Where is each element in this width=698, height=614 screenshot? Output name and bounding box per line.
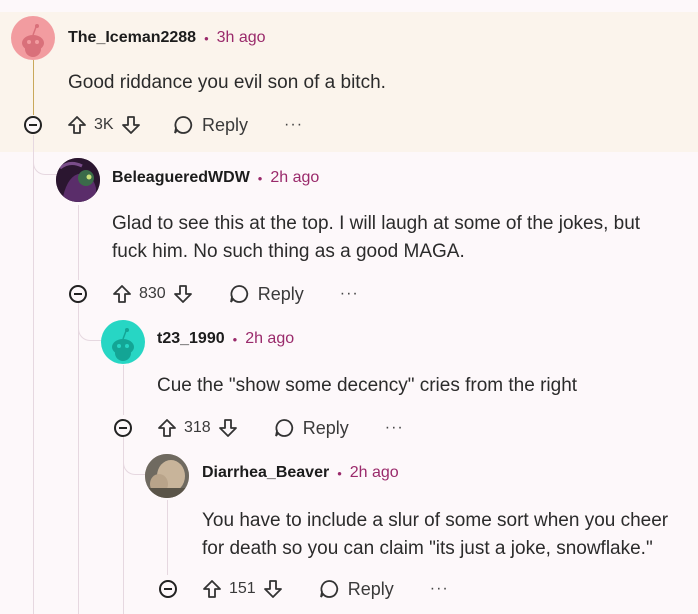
vote-score: 830 <box>139 285 166 302</box>
downvote-icon[interactable] <box>172 283 194 305</box>
username[interactable]: t23_1990 <box>157 330 225 348</box>
avatar[interactable] <box>145 454 189 498</box>
comment-actions: 151 Reply ··· <box>201 575 449 603</box>
upvote-icon[interactable] <box>66 114 88 136</box>
minus-icon <box>29 124 37 126</box>
more-options-button[interactable]: ··· <box>284 116 303 134</box>
reply-label: Reply <box>302 417 349 438</box>
timestamp[interactable]: 2h ago <box>270 169 319 187</box>
reply-button[interactable]: Reply <box>228 283 304 305</box>
reply-label: Reply <box>257 283 304 304</box>
collapse-thread-button[interactable] <box>114 419 132 437</box>
username[interactable]: The_Iceman2288 <box>68 29 196 47</box>
comment-meta: t23_1990 • 2h ago <box>157 330 294 348</box>
comment-bubble-icon <box>319 580 338 598</box>
avatar[interactable] <box>101 320 145 364</box>
username[interactable]: Diarrhea_Beaver <box>202 464 329 482</box>
comment-body: Cue the "show some decency" cries from t… <box>157 375 578 396</box>
more-options-button[interactable]: ··· <box>340 285 359 303</box>
vote-controls: 830 <box>111 283 194 305</box>
reply-label: Reply <box>202 114 249 135</box>
thread-line <box>123 365 124 415</box>
comment-bubble-icon <box>174 116 193 134</box>
more-options-button[interactable]: ··· <box>430 580 449 598</box>
separator-dot: • <box>337 465 342 481</box>
collapse-thread-button[interactable] <box>69 285 87 303</box>
downvote-icon[interactable] <box>262 578 284 600</box>
thread-line <box>78 303 79 614</box>
comment-meta: Diarrhea_Beaver • 2h ago <box>202 464 399 482</box>
downvote-icon[interactable] <box>217 417 239 439</box>
reply-button[interactable]: Reply <box>172 114 248 136</box>
comment-bubble-icon <box>274 419 293 437</box>
reply-button[interactable]: Reply <box>273 417 349 439</box>
downvote-icon[interactable] <box>120 114 142 136</box>
vote-score: 151 <box>229 580 256 597</box>
separator-dot: • <box>232 331 238 347</box>
reply-button[interactable]: Reply <box>318 578 394 600</box>
upvote-icon[interactable] <box>111 283 133 305</box>
comment-meta: BeleagueredWDW • 2h ago <box>112 169 319 187</box>
comment-actions: 318 Reply ··· <box>156 414 404 442</box>
timestamp[interactable]: 2h ago <box>245 330 294 348</box>
user-avatar-image <box>145 454 189 498</box>
comment-bubble-icon <box>229 285 248 303</box>
minus-icon <box>164 588 172 590</box>
thread-branch <box>33 150 58 175</box>
vote-controls: 318 <box>156 417 239 439</box>
vote-score: 3K <box>94 116 114 133</box>
avatar[interactable] <box>56 158 100 202</box>
timestamp[interactable]: 3h ago <box>217 29 266 47</box>
timestamp[interactable]: 2h ago <box>350 464 399 482</box>
vote-controls: 3K <box>66 114 142 136</box>
comment-actions: 830 Reply ··· <box>111 280 359 308</box>
collapse-thread-button[interactable] <box>159 580 177 598</box>
thread-line <box>167 500 168 575</box>
vote-score: 318 <box>184 419 211 436</box>
comment-actions: 3K Reply ··· <box>66 111 303 139</box>
reply-label: Reply <box>347 578 394 599</box>
minus-icon <box>74 293 82 295</box>
thread-line <box>78 205 79 280</box>
minus-icon <box>119 427 127 429</box>
comment-meta: The_Iceman2288 • 3h ago <box>68 29 266 47</box>
more-options-button[interactable]: ··· <box>385 419 404 437</box>
snoo-icon <box>112 328 134 361</box>
comment-body: Good riddance you evil son of a bitch. <box>68 72 386 93</box>
thread-branch <box>78 316 103 341</box>
separator-dot: • <box>204 30 209 46</box>
vote-controls: 151 <box>201 578 284 600</box>
upvote-icon[interactable] <box>201 578 223 600</box>
collapse-thread-button[interactable] <box>24 116 42 134</box>
thread-branch <box>123 450 148 475</box>
user-avatar-image <box>56 158 100 202</box>
comment-body: You have to include a slur of some sort … <box>202 510 669 559</box>
comment-body: Glad to see this at the top. I will laug… <box>112 213 641 262</box>
snoo-icon <box>22 24 44 57</box>
upvote-icon[interactable] <box>156 417 178 439</box>
avatar[interactable] <box>11 16 55 60</box>
thread-line <box>33 135 34 614</box>
username[interactable]: BeleagueredWDW <box>112 169 250 187</box>
thread-line <box>33 60 34 115</box>
separator-dot: • <box>257 170 263 186</box>
